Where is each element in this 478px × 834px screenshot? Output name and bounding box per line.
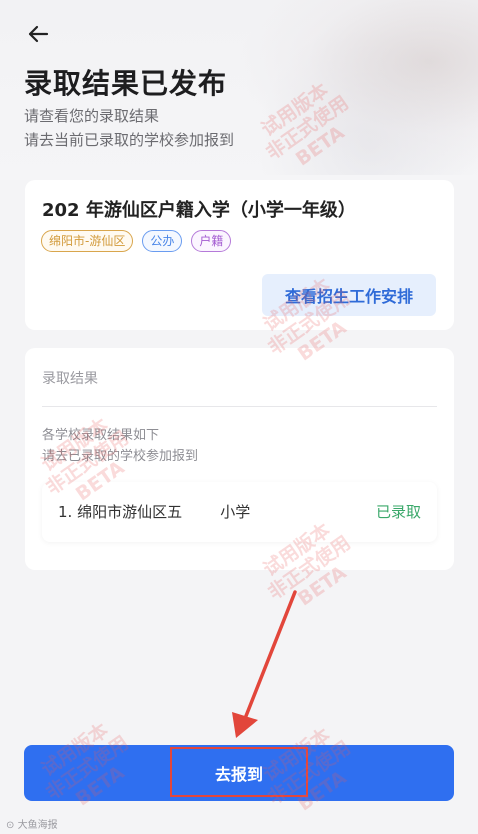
result-desc-line-2: 请去已录取的学校参加报到 [42, 449, 199, 464]
page-title: 录取结果已发布 [24, 67, 228, 100]
admission-status: 已录取 [375, 503, 421, 521]
tag-region: 绵阳市-游仙区 [41, 230, 134, 252]
go-register-button[interactable]: 去报到 [24, 745, 454, 801]
school-row[interactable]: 1. 绵阳市游仙区五 小学 已录取 [42, 482, 437, 542]
result-desc-line-1: 各学校录取结果如下 [42, 428, 160, 443]
enrollment-card: 202 年游仙区户籍入学（小学一年级） 绵阳市-游仙区 公办 户籍 查看招生工作… [25, 180, 454, 330]
result-label: 录取结果 [42, 371, 98, 387]
result-card: 录取结果 各学校录取结果如下 请去已录取的学校参加报到 1. 绵阳市游仙区五 小… [25, 348, 454, 570]
footer-logo: ⊙ 大鱼海报 [6, 816, 58, 831]
subtitle-line-1: 请查看您的录取结果 [24, 107, 160, 125]
school-name: 1. 绵阳市游仙区五 小学 [58, 503, 251, 521]
divider [42, 406, 437, 407]
back-arrow-icon [26, 22, 50, 50]
enrollment-title: 202 年游仙区户籍入学（小学一年级） [42, 200, 356, 221]
back-button[interactable] [22, 20, 54, 52]
subtitle-line-2: 请去当前已录取的学校参加报到 [24, 131, 235, 149]
tag-list: 绵阳市-游仙区 公办 户籍 [41, 230, 232, 252]
tag-household: 户籍 [191, 230, 232, 252]
logo-text: 大鱼海报 [17, 820, 58, 831]
header-photo [238, 0, 478, 175]
view-arrangement-button[interactable]: 查看招生工作安排 [262, 274, 436, 316]
logo-icon: ⊙ [6, 820, 15, 831]
tag-public: 公办 [142, 230, 183, 252]
